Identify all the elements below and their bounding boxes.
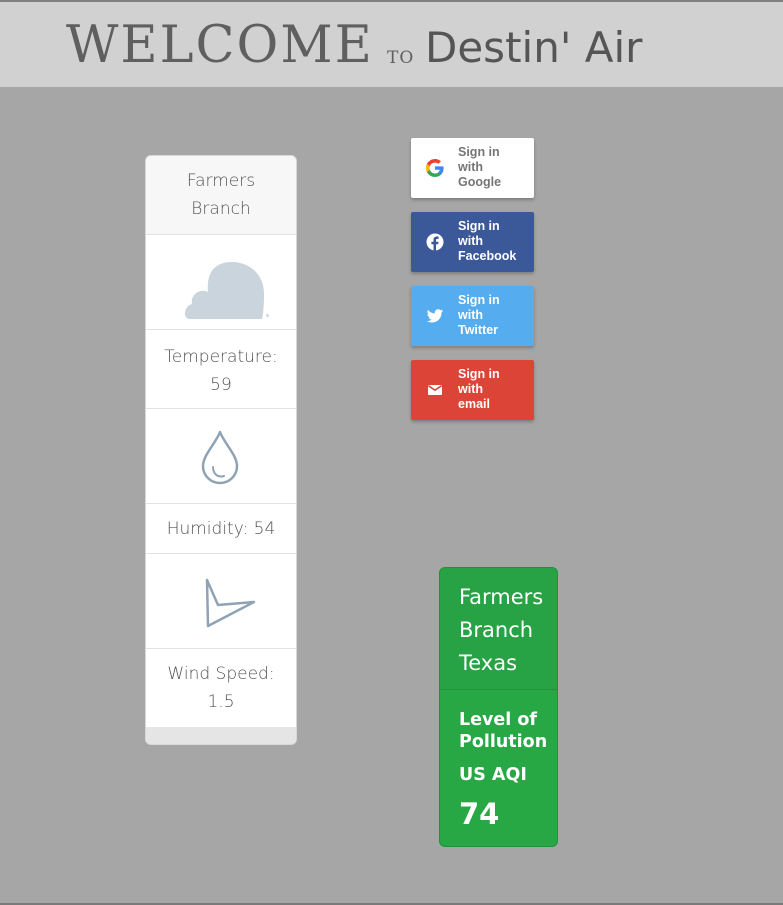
mail-icon bbox=[428, 385, 442, 395]
sign-in-twitter-button[interactable]: Sign in with Twitter bbox=[411, 286, 534, 346]
location-city-line1: Farmers bbox=[459, 585, 544, 609]
humidity-icon-section bbox=[146, 410, 296, 504]
wind-label: Wind Speed: bbox=[167, 664, 275, 684]
facebook-label-line1: Sign in bbox=[458, 219, 500, 233]
wind-section: Wind Speed: 1.5 bbox=[146, 649, 296, 727]
weather-city-line2: Branch bbox=[191, 199, 251, 219]
weather-city: Farmers Branch bbox=[146, 156, 296, 235]
location-state: Texas bbox=[459, 651, 518, 675]
google-label-line2: with bbox=[458, 160, 483, 174]
twitter-label-line1: Sign in bbox=[458, 293, 500, 307]
wind-value: 1.5 bbox=[207, 692, 235, 712]
email-label-line2: with bbox=[458, 382, 483, 396]
sign-in-google-label: Sign in with Google bbox=[458, 145, 528, 190]
weather-card: Farmers Branch Temperature: 59 Humidity:… bbox=[145, 155, 297, 745]
cloud-icon bbox=[184, 262, 269, 319]
google-label-line1: Sign in bbox=[458, 145, 500, 159]
weather-card-footer bbox=[146, 727, 296, 744]
email-label-line3: email bbox=[458, 397, 490, 411]
droplet-icon bbox=[201, 430, 239, 485]
temperature-section: Temperature: 59 bbox=[146, 330, 296, 409]
sign-in-facebook-button[interactable]: Sign in with Facebook bbox=[411, 212, 534, 272]
aqi-value: 74 bbox=[459, 797, 500, 831]
pollution-card: Farmers Branch Texas Level of Pollution … bbox=[439, 567, 558, 847]
sign-in-twitter-label: Sign in with Twitter bbox=[458, 293, 528, 338]
twitter-icon bbox=[426, 309, 444, 323]
google-icon bbox=[426, 159, 444, 177]
email-label-line1: Sign in bbox=[458, 367, 500, 381]
facebook-label-line2: with bbox=[458, 234, 483, 248]
facebook-icon bbox=[426, 233, 444, 251]
pollution-heading-line1: Level of bbox=[459, 710, 538, 730]
page-header: WELCOME TO Destin' Air bbox=[0, 2, 783, 87]
to-text: TO bbox=[387, 48, 415, 68]
temperature-label: Temperature: bbox=[164, 347, 278, 367]
wind-direction-icon bbox=[205, 578, 256, 628]
facebook-label-line3: Facebook bbox=[458, 249, 517, 263]
sign-in-facebook-label: Sign in with Facebook bbox=[458, 219, 528, 264]
sign-in-google-button[interactable]: Sign in with Google bbox=[411, 138, 534, 198]
sign-in-email-button[interactable]: Sign in with email bbox=[411, 360, 534, 420]
google-label-line3: Google bbox=[458, 175, 502, 189]
weather-condition bbox=[146, 236, 296, 330]
twitter-label-line3: Twitter bbox=[458, 323, 499, 337]
sign-in-email-label: Sign in with email bbox=[458, 367, 528, 412]
temperature-value: 59 bbox=[210, 375, 232, 395]
pollution-heading-line2: Pollution bbox=[459, 732, 548, 752]
humidity-text: Humidity: 54 bbox=[166, 519, 276, 539]
humidity-section: Humidity: 54 bbox=[146, 504, 296, 554]
twitter-label-line2: with bbox=[458, 308, 483, 322]
aqi-unit-label: US AQI bbox=[459, 765, 527, 785]
brand-title: Destin' Air bbox=[425, 23, 643, 72]
weather-city-line1: Farmers bbox=[186, 171, 256, 191]
welcome-text: WELCOME bbox=[66, 16, 374, 75]
location-city-line2: Branch bbox=[459, 618, 534, 642]
pollution-heading: Level of Pollution bbox=[459, 709, 547, 753]
pollution-location: Farmers Branch Texas bbox=[440, 568, 557, 690]
wind-icon-section bbox=[146, 555, 296, 649]
